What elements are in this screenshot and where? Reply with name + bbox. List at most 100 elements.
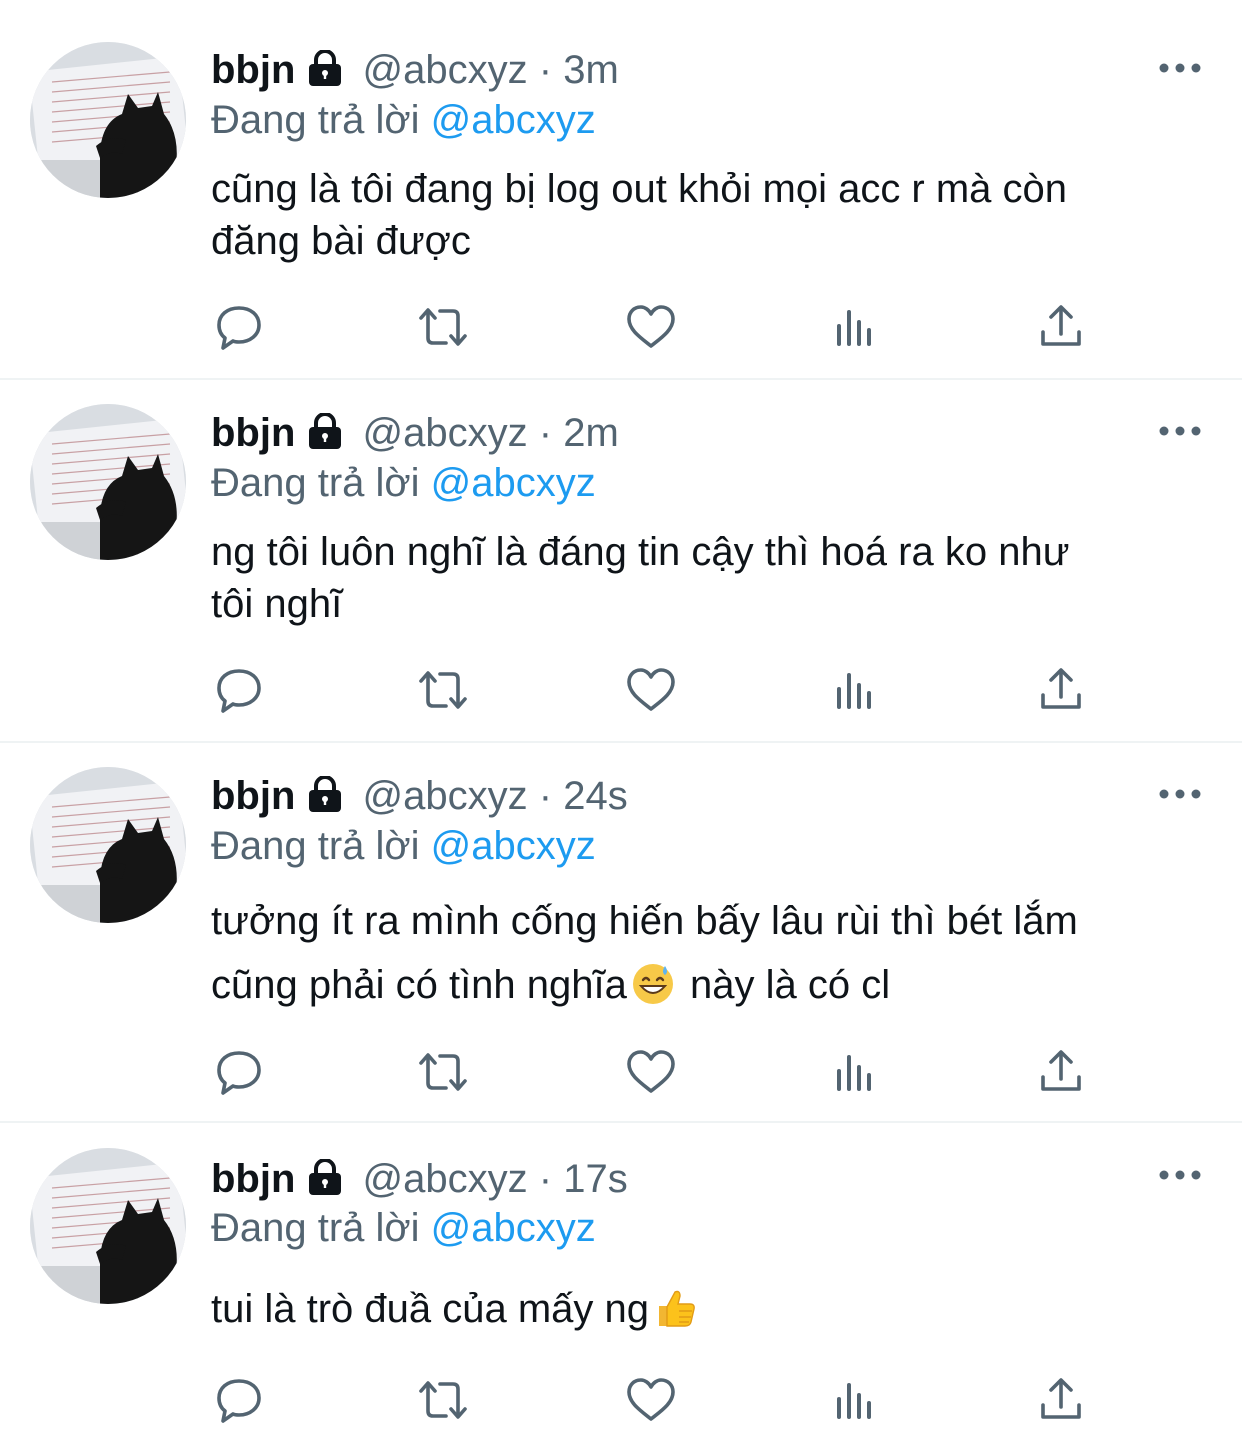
like-button[interactable] — [623, 300, 679, 356]
tweet-header: bbjn @abcxyz · 24s — [211, 772, 628, 823]
tweet-text-line: tưởng ít ra mình cống hiến bấy lâu rùi t… — [211, 899, 1078, 943]
tweet-text: cũng là tôi đang bị log out khỏi mọi acc… — [211, 163, 1201, 267]
tweet-text-segment: này là có cl — [678, 963, 891, 1007]
share-icon — [1041, 1378, 1081, 1419]
like-button[interactable] — [623, 663, 679, 719]
mention-link[interactable]: @abcxyz — [431, 461, 596, 505]
views-button[interactable] — [829, 300, 885, 356]
replying-to-label: Đang trả lời — [211, 98, 420, 142]
share-icon — [1041, 668, 1081, 709]
separator-dot: · — [538, 48, 553, 92]
tweet-text: ng tôi luôn nghĩ là đáng tin cậy thì hoá… — [211, 526, 1201, 630]
like-button[interactable] — [623, 1045, 679, 1101]
mention-link[interactable]: @abcxyz — [431, 98, 596, 142]
display-name[interactable]: bbjn — [211, 774, 295, 818]
separator-dot: · — [538, 1157, 553, 1201]
reply-button[interactable] — [211, 663, 267, 719]
share-button[interactable] — [1033, 663, 1089, 719]
tweet-text-line: tui là trò đuầ của mấy ng — [211, 1283, 1201, 1343]
views-icon — [837, 1383, 871, 1419]
tweet-header: bbjn @abcxyz · 17s — [211, 1155, 628, 1206]
separator-dot: · — [538, 411, 553, 455]
lock-icon — [305, 775, 345, 823]
tweet[interactable]: bbjn @abcxyz · 17s Đang trả lời @abcxyz … — [0, 1123, 1242, 1446]
tweet[interactable]: bbjn @abcxyz · 3m Đang trả lời @abcxyz c… — [0, 0, 1242, 380]
display-name[interactable]: bbjn — [211, 48, 295, 92]
username[interactable]: @abcxyz — [363, 774, 528, 818]
more-icon[interactable] — [1156, 421, 1204, 441]
thumbs-up-emoji — [653, 1286, 697, 1343]
tweet-text-line: cũng là tôi đang bị log out khỏi mọi acc… — [211, 167, 1068, 211]
mention-link[interactable]: @abcxyz — [431, 824, 596, 868]
views-button[interactable] — [829, 1373, 885, 1429]
tweet-text: tui là trò đuầ của mấy ng — [211, 1283, 1201, 1343]
lock-icon — [305, 412, 345, 460]
reply-button[interactable] — [211, 300, 267, 356]
timestamp[interactable]: 24s — [563, 774, 628, 818]
timestamp[interactable]: 17s — [563, 1157, 628, 1201]
replying-to-label: Đang trả lời — [211, 461, 420, 505]
replying-to: Đang trả lời @abcxyz — [211, 459, 596, 507]
tweet-text: tưởng ít ra mình cống hiến bấy lâu rùi t… — [211, 889, 1201, 1025]
tweet-text-line: đăng bài được — [211, 219, 471, 263]
tweet-text-segment: tui là trò đuầ của mấy ng — [211, 1287, 650, 1331]
share-icon — [1041, 305, 1081, 346]
lock-icon — [305, 49, 345, 97]
retweet-icon — [419, 1053, 467, 1091]
share-button[interactable] — [1033, 1045, 1089, 1101]
reply-button[interactable] — [211, 1373, 267, 1429]
retweet-icon — [419, 308, 467, 346]
like-icon — [627, 305, 675, 348]
avatar-image — [30, 404, 186, 560]
retweet-button[interactable] — [415, 300, 471, 356]
reply-icon — [217, 669, 261, 713]
action-bar — [211, 1373, 1091, 1429]
tweet-text-line: cũng phải có tình nghĩa này là có cl — [211, 953, 1201, 1025]
avatar[interactable] — [30, 404, 186, 560]
share-button[interactable] — [1033, 300, 1089, 356]
mention-link[interactable]: @abcxyz — [431, 1206, 596, 1250]
avatar[interactable] — [30, 767, 186, 923]
views-button[interactable] — [829, 663, 885, 719]
username[interactable]: @abcxyz — [363, 48, 528, 92]
views-icon — [837, 310, 871, 346]
tweet-text-segment: cũng phải có tình nghĩa — [211, 963, 627, 1007]
display-name[interactable]: bbjn — [211, 411, 295, 455]
replying-to-label: Đang trả lời — [211, 1206, 420, 1250]
lock-icon — [305, 1158, 345, 1206]
retweet-icon — [419, 1381, 467, 1419]
username[interactable]: @abcxyz — [363, 411, 528, 455]
avatar-image — [30, 42, 186, 198]
more-icon[interactable] — [1156, 58, 1204, 78]
reply-button[interactable] — [211, 1045, 267, 1101]
timestamp[interactable]: 2m — [563, 411, 619, 455]
views-button[interactable] — [829, 1045, 885, 1101]
avatar[interactable] — [30, 42, 186, 198]
tweet[interactable]: bbjn @abcxyz · 2m Đang trả lời @abcxyz n… — [0, 380, 1242, 742]
replying-to-label: Đang trả lời — [211, 824, 420, 868]
timestamp[interactable]: 3m — [563, 48, 619, 92]
share-button[interactable] — [1033, 1373, 1089, 1429]
display-name[interactable]: bbjn — [211, 1157, 295, 1201]
retweet-button[interactable] — [415, 663, 471, 719]
views-icon — [837, 1055, 871, 1091]
replying-to: Đang trả lời @abcxyz — [211, 1204, 596, 1252]
more-icon[interactable] — [1156, 784, 1204, 804]
retweet-button[interactable] — [415, 1373, 471, 1429]
reply-icon — [217, 1051, 261, 1095]
tweet-text-line: ng tôi luôn nghĩ là đáng tin cậy thì hoá… — [211, 530, 1070, 574]
username[interactable]: @abcxyz — [363, 1157, 528, 1201]
tweet[interactable]: bbjn @abcxyz · 24s Đang trả lời @abcxyz … — [0, 743, 1242, 1123]
retweet-icon — [419, 671, 467, 709]
action-bar — [211, 1045, 1091, 1101]
like-button[interactable] — [623, 1373, 679, 1429]
avatar[interactable] — [30, 1148, 186, 1304]
reply-icon — [217, 1379, 261, 1423]
more-icon[interactable] — [1156, 1165, 1204, 1185]
replying-to: Đang trả lời @abcxyz — [211, 96, 596, 144]
like-icon — [627, 1378, 675, 1421]
share-icon — [1041, 1050, 1081, 1091]
avatar-image — [30, 767, 186, 923]
retweet-button[interactable] — [415, 1045, 471, 1101]
action-bar — [211, 663, 1091, 719]
